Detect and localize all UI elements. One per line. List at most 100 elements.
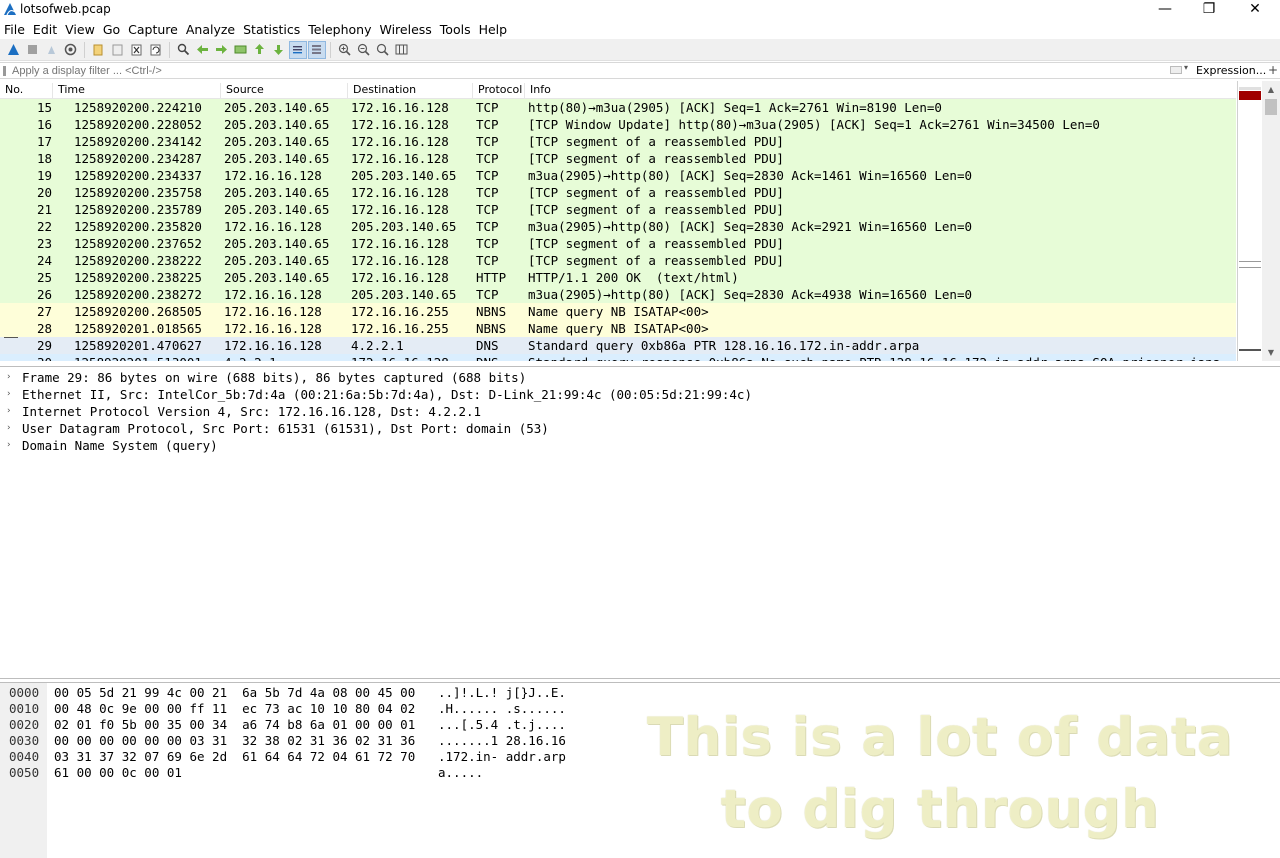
scroll-down-icon[interactable]: ▼ xyxy=(1262,344,1280,361)
minimize-button[interactable]: — xyxy=(1142,0,1188,20)
packet-row[interactable]: 28 1258920201.018565 172.16.16.128 172.16.1… xyxy=(0,320,1236,337)
detail-row-frame[interactable]: › Frame 29: 86 bytes on wire (688 bits), … xyxy=(0,369,1280,386)
packet-list-scrollbar[interactable]: ▲ ▼ xyxy=(1262,81,1280,361)
expand-arrow-icon[interactable]: › xyxy=(6,386,11,403)
byte-ascii[interactable]: .172.in- addr.arp xyxy=(438,749,566,765)
menu-view[interactable]: View xyxy=(61,22,99,37)
column-header-destination[interactable]: Destination xyxy=(353,83,416,96)
packet-no: 24 xyxy=(36,253,52,268)
expand-arrow-icon[interactable]: › xyxy=(6,437,11,454)
packet-row[interactable]: 19 1258920200.234337 172.16.16.128 205.203.… xyxy=(0,167,1236,184)
packet-row[interactable]: 25 1258920200.238225 205.203.140.65 172.16.… xyxy=(0,269,1236,286)
expand-arrow-icon[interactable]: › xyxy=(6,369,11,386)
expand-arrow-icon[interactable]: › xyxy=(6,403,11,420)
menu-edit[interactable]: Edit xyxy=(29,22,61,37)
packet-row[interactable]: 29 1258920201.470627 172.16.16.128 4.2.2.1 D… xyxy=(0,337,1236,354)
menu-go[interactable]: Go xyxy=(99,22,124,37)
filter-clear-icon[interactable] xyxy=(1170,66,1182,74)
colorize-icon[interactable] xyxy=(307,40,326,59)
window-title: lotsofweb.pcap xyxy=(20,2,111,16)
byte-hex[interactable]: 00 00 00 00 00 00 03 31 32 38 02 31 36 0… xyxy=(54,733,415,749)
menu-telephony[interactable]: Telephony xyxy=(304,22,375,37)
start-capture-icon[interactable] xyxy=(6,42,22,58)
packet-row[interactable]: 18 1258920200.234287 205.203.140.65 172.16.… xyxy=(0,150,1236,167)
autoscroll-icon[interactable] xyxy=(288,40,307,59)
packet-source: 205.203.140.65 xyxy=(224,185,330,200)
expand-arrow-icon[interactable]: › xyxy=(6,420,11,437)
byte-ascii[interactable]: a..... xyxy=(438,765,483,781)
menu-tools[interactable]: Tools xyxy=(436,22,475,37)
go-to-packet-icon[interactable] xyxy=(233,42,249,58)
zoom-normal-icon[interactable] xyxy=(375,42,391,58)
restart-capture-icon[interactable] xyxy=(44,42,60,58)
close-button[interactable]: ✕ xyxy=(1232,0,1278,20)
close-file-icon[interactable] xyxy=(129,42,145,58)
menu-capture[interactable]: Capture xyxy=(124,22,182,37)
display-filter-input[interactable] xyxy=(2,63,1190,78)
byte-offset: 0050 xyxy=(9,765,40,780)
save-file-icon[interactable] xyxy=(110,42,126,58)
packet-row[interactable]: 22 1258920200.235820 172.16.16.128 205.203.… xyxy=(0,218,1236,235)
capture-options-icon[interactable] xyxy=(63,42,79,58)
byte-ascii[interactable]: ..]!.L.! j[}J..E. xyxy=(438,685,566,701)
byte-ascii[interactable]: .......1 28.16.16 xyxy=(438,733,566,749)
column-header-time[interactable]: Time xyxy=(58,83,85,96)
byte-ascii[interactable]: ...[.5.4 .t.j.... xyxy=(438,717,566,733)
display-filter-bar: ▾ Expression... + xyxy=(0,62,1280,79)
menu-wireless[interactable]: Wireless xyxy=(375,22,435,37)
packet-row[interactable]: 17 1258920200.234142 205.203.140.65 172.16.… xyxy=(0,133,1236,150)
minimap-band xyxy=(1239,267,1261,268)
go-last-icon[interactable] xyxy=(271,42,287,58)
packet-time: 1258920200.268505 xyxy=(74,304,202,319)
column-header-protocol[interactable]: Protocol xyxy=(478,83,522,96)
packet-time: 1258920200.238272 xyxy=(74,287,202,302)
zoom-in-icon[interactable] xyxy=(337,42,353,58)
add-filter-button[interactable]: + xyxy=(1268,63,1278,77)
scroll-up-icon[interactable]: ▲ xyxy=(1262,81,1280,98)
packet-minimap[interactable] xyxy=(1237,81,1262,361)
packet-row[interactable]: 27 1258920200.268505 172.16.16.128 172.16.1… xyxy=(0,303,1236,320)
menu-statistics[interactable]: Statistics xyxy=(239,22,304,37)
go-back-icon[interactable] xyxy=(195,42,211,58)
packet-info: m3ua(2905)→http(80) [ACK] Seq=2830 Ack=4… xyxy=(528,287,973,302)
go-forward-icon[interactable] xyxy=(214,42,230,58)
resize-columns-icon[interactable] xyxy=(394,42,410,58)
byte-hex[interactable]: 61 00 00 0c 00 01 xyxy=(54,765,182,781)
packet-row[interactable]: 15 1258920200.224210 205.203.140.65 172.16.… xyxy=(0,99,1236,116)
byte-hex[interactable]: 03 31 37 32 07 69 6e 2d 61 64 64 72 04 6… xyxy=(54,749,415,765)
menu-file[interactable]: File xyxy=(0,22,29,37)
zoom-out-icon[interactable] xyxy=(356,42,372,58)
packet-row[interactable]: 20 1258920200.235758 205.203.140.65 172.16.… xyxy=(0,184,1236,201)
open-file-icon[interactable] xyxy=(91,42,107,58)
detail-row-ipv4[interactable]: › Internet Protocol Version 4, Src: 172.1… xyxy=(0,403,1280,420)
byte-hex[interactable]: 02 01 f0 5b 00 35 00 34 a6 74 b8 6a 01 0… xyxy=(54,717,415,733)
reload-file-icon[interactable] xyxy=(148,42,164,58)
menu-analyze[interactable]: Analyze xyxy=(182,22,239,37)
packet-row[interactable]: 24 1258920200.238222 205.203.140.65 172.16.… xyxy=(0,252,1236,269)
column-header-source[interactable]: Source xyxy=(226,83,264,96)
detail-row-ethernet[interactable]: › Ethernet II, Src: IntelCor_5b:7d:4a (00… xyxy=(0,386,1280,403)
byte-hex[interactable]: 00 05 5d 21 99 4c 00 21 6a 5b 7d 4a 08 0… xyxy=(54,685,415,701)
packet-row[interactable]: 21 1258920200.235789 205.203.140.65 172.16.… xyxy=(0,201,1236,218)
expression-button[interactable]: Expression... xyxy=(1196,64,1266,77)
packet-row[interactable]: 30 1258920201.513001 4.2.2.1 172.16.16.128 D… xyxy=(0,354,1236,361)
byte-ascii[interactable]: .H...... .s...... xyxy=(438,701,566,717)
packet-no: 25 xyxy=(36,270,52,285)
packet-source: 172.16.16.128 xyxy=(224,287,322,302)
menu-help[interactable]: Help xyxy=(475,22,512,37)
column-header-no[interactable]: No. xyxy=(5,83,23,96)
column-header-info[interactable]: Info xyxy=(530,83,551,96)
byte-hex[interactable]: 00 48 0c 9e 00 00 ff 11 ec 73 ac 10 10 8… xyxy=(54,701,415,717)
packet-row[interactable]: 26 1258920200.238272 172.16.16.128 205.203.… xyxy=(0,286,1236,303)
restore-button[interactable]: ❐ xyxy=(1186,0,1232,20)
find-packet-icon[interactable] xyxy=(176,42,192,58)
packet-row[interactable]: 23 1258920200.237652 205.203.140.65 172.16.… xyxy=(0,235,1236,252)
scroll-thumb[interactable] xyxy=(1265,99,1277,115)
detail-row-udp[interactable]: › User Datagram Protocol, Src Port: 61531… xyxy=(0,420,1280,437)
packet-info: m3ua(2905)→http(80) [ACK] Seq=2830 Ack=2… xyxy=(528,219,973,234)
detail-row-dns[interactable]: › Domain Name System (query) xyxy=(0,437,1280,454)
stop-capture-icon[interactable] xyxy=(25,42,41,58)
go-first-icon[interactable] xyxy=(252,42,268,58)
filter-history-dropdown-icon[interactable]: ▾ xyxy=(1184,63,1188,72)
packet-row[interactable]: 16 1258920200.228052 205.203.140.65 172.16.… xyxy=(0,116,1236,133)
